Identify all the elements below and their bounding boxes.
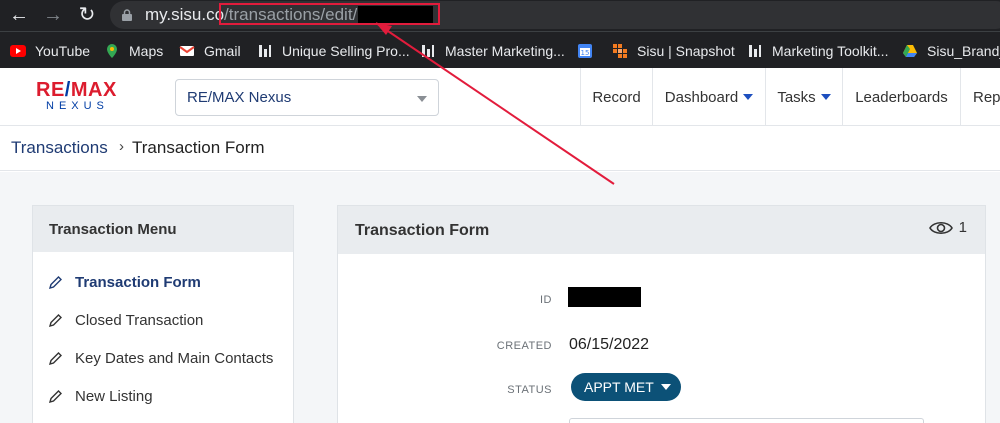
transaction-menu-title: Transaction Menu: [33, 206, 293, 252]
caret-down-icon: [743, 94, 754, 100]
form-title: Transaction Form: [355, 222, 490, 239]
nav-label: Tasks: [777, 88, 816, 106]
maps-icon: [107, 44, 117, 58]
caret-down-icon: [661, 384, 671, 390]
drive-icon: [903, 45, 917, 57]
doc-bookmark-icon: [749, 45, 761, 57]
bookmark-label: YouTube: [35, 43, 91, 59]
id-label: ID: [540, 294, 552, 306]
nav-label: Rep: [973, 88, 1000, 106]
bookmark-label: Marketing Toolkit...: [772, 43, 889, 59]
bookmark-label: Gmail: [204, 43, 241, 59]
menu-item-label: Transaction Form: [75, 273, 201, 291]
bookmark-maps[interactable]: Maps: [104, 42, 163, 60]
logo-re: RE: [36, 79, 65, 101]
logo-subtitle: NEXUS: [46, 100, 109, 112]
menu-item-label: Key Dates and Main Contacts: [75, 349, 274, 367]
doc-bookmark-icon: [259, 45, 271, 57]
menu-item-closed-transaction[interactable]: Closed Transaction: [48, 310, 203, 330]
breadcrumb-transactions-link[interactable]: Transactions: [11, 138, 108, 158]
nav-label: Record: [592, 88, 641, 106]
menu-item-label: New Listing: [75, 387, 153, 405]
nav-dashboard[interactable]: Dashboard: [652, 68, 765, 126]
menu-item-transaction-form[interactable]: Transaction Form: [48, 272, 201, 292]
browser-toolbar: ← → ↻ my.sisu.co/transactions/edit/287: [0, 0, 1000, 31]
view-counter[interactable]: 1: [928, 219, 967, 236]
pencil-icon: [48, 351, 62, 365]
back-arrow-icon[interactable]: ←: [8, 4, 30, 26]
form-header: Transaction Form 1: [338, 206, 985, 254]
status-value: APPT MET: [584, 379, 654, 395]
office-select-value: RE/MAX Nexus: [187, 89, 292, 106]
bookmarks-bar: YouTube Maps Gmail Unique Selling Pro...…: [0, 31, 1000, 68]
status-label: STATUS: [507, 384, 552, 396]
office-select[interactable]: RE/MAX Nexus: [175, 79, 439, 116]
annotation-highlight-box: [219, 3, 440, 25]
bookmark-sisu-snapshot[interactable]: Sisu | Snapshot: [612, 42, 735, 60]
menu-item-key-dates[interactable]: Key Dates and Main Contacts: [48, 348, 273, 368]
sisu-icon: [613, 44, 627, 58]
bookmark-master-marketing[interactable]: Master Marketing...: [420, 42, 565, 60]
chevron-right-icon: ›: [119, 138, 124, 155]
nav-label: Leaderboards: [855, 88, 948, 106]
doc-bookmark-icon: [422, 45, 434, 57]
url-host: my.sisu.co: [145, 5, 225, 24]
status-dropdown[interactable]: APPT MET: [571, 373, 681, 401]
nav-tasks[interactable]: Tasks: [765, 68, 842, 126]
nav-reports[interactable]: Rep: [960, 68, 1000, 126]
lock-icon: [122, 9, 132, 21]
bookmark-marketing-toolkit[interactable]: Marketing Toolkit...: [747, 42, 888, 60]
reload-icon[interactable]: ↻: [76, 4, 98, 26]
bookmark-label: Sisu | Snapshot: [637, 43, 735, 59]
caret-down-icon: [820, 94, 831, 100]
breadcrumb-current: Transaction Form: [132, 138, 265, 157]
pencil-icon: [48, 389, 62, 403]
bookmark-label: Unique Selling Pro...: [282, 43, 410, 59]
view-count: 1: [958, 219, 967, 236]
bookmark-youtube[interactable]: YouTube: [10, 42, 90, 60]
menu-item-label: Closed Transaction: [75, 311, 204, 329]
calendar-icon: 15: [578, 44, 592, 58]
bookmark-calendar[interactable]: 15: [577, 42, 602, 60]
forward-arrow-icon[interactable]: →: [42, 4, 64, 26]
nav-record[interactable]: Record: [580, 68, 652, 126]
logo-max: MAX: [70, 79, 117, 101]
remax-logo[interactable]: RE/MAX NEXUS: [36, 80, 126, 114]
bookmark-label: Maps: [129, 43, 164, 59]
gmail-icon: [179, 46, 195, 56]
breadcrumb: Transactions › Transaction Form: [0, 127, 1000, 171]
nav-label: Dashboard: [664, 88, 739, 106]
created-label: CREATED: [496, 340, 552, 352]
logo-wordmark: RE/MAX: [36, 80, 126, 100]
app-header: RE/MAX NEXUS RE/MAX Nexus Record Dashboa…: [0, 68, 1000, 126]
bookmark-label: Sisu_Brand_: [927, 43, 1000, 59]
bookmark-unique-selling[interactable]: Unique Selling Pro...: [257, 42, 410, 60]
created-value: 06/15/2022: [569, 336, 650, 353]
bookmark-sisu-brand[interactable]: Sisu_Brand_: [902, 42, 1000, 60]
chevron-down-icon: [417, 96, 427, 102]
calendar-day: 15: [581, 49, 590, 57]
menu-item-new-listing[interactable]: New Listing: [48, 386, 153, 406]
eye-icon: [928, 221, 953, 234]
nav-leaderboards[interactable]: Leaderboards: [842, 68, 960, 126]
pencil-icon: [48, 275, 62, 289]
id-value-redacted: [568, 287, 641, 307]
youtube-icon: [10, 45, 26, 57]
next-field-input[interactable]: [569, 418, 924, 423]
transaction-menu: Transaction Menu Transaction Form Closed…: [32, 205, 294, 423]
bookmark-label: Master Marketing...: [445, 43, 565, 59]
pencil-icon: [48, 313, 62, 327]
bookmark-gmail[interactable]: Gmail: [179, 42, 241, 60]
